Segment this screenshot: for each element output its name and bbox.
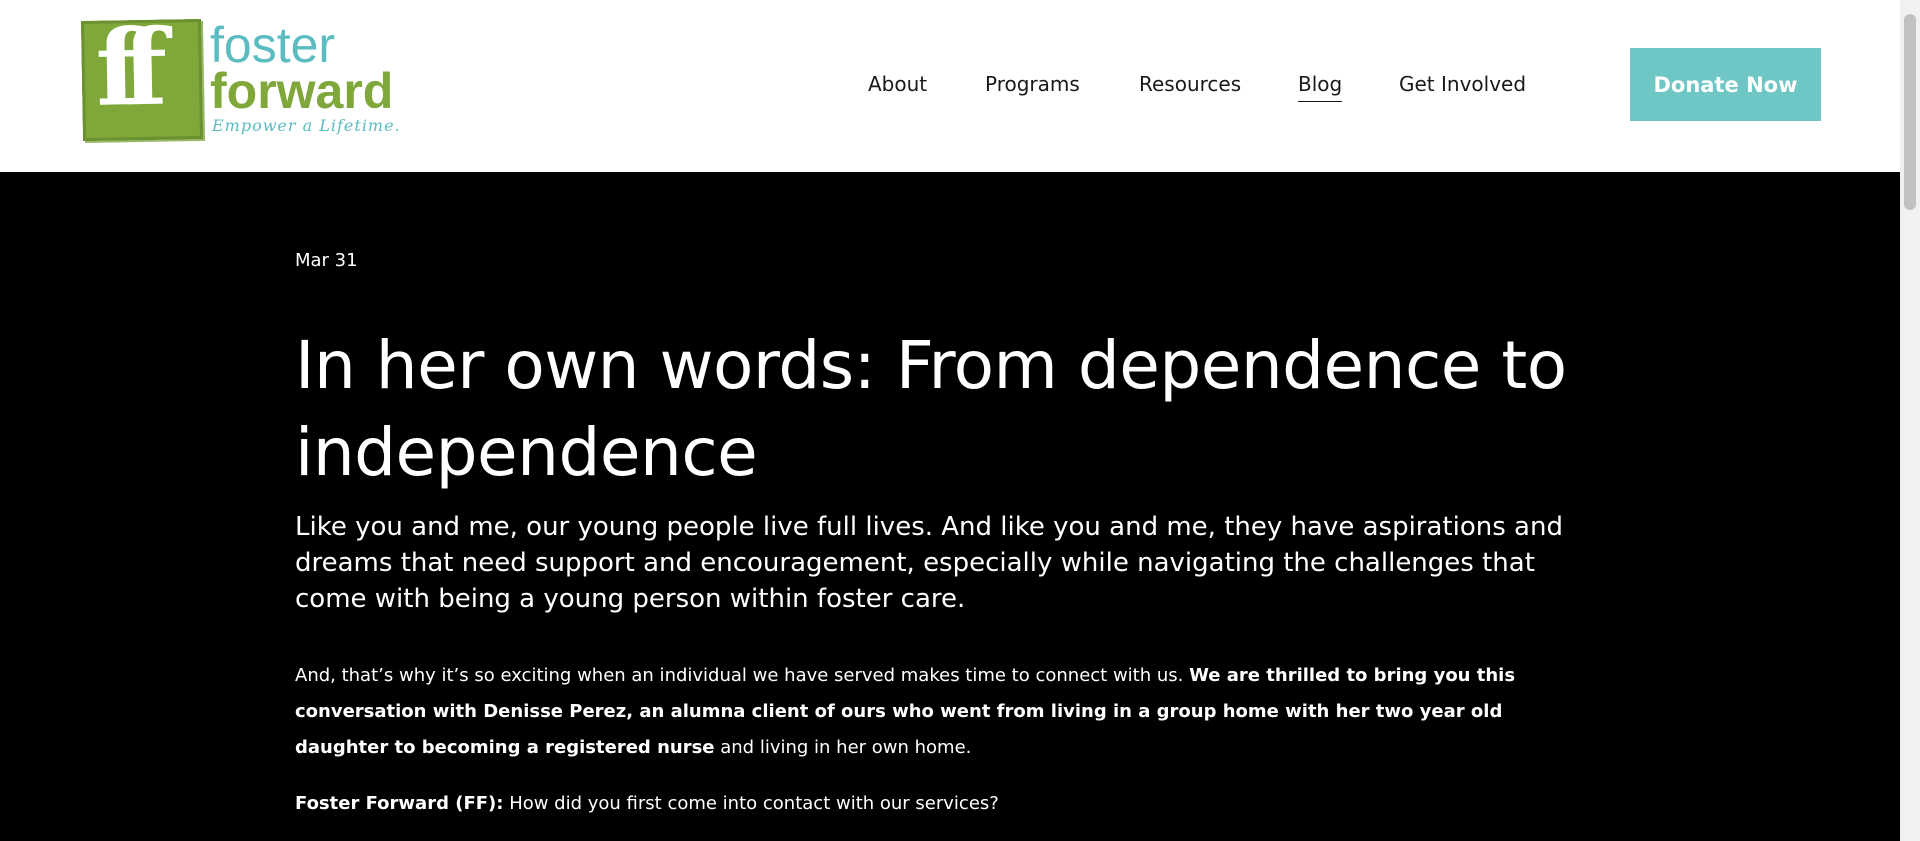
page-scrollbar[interactable]: [1900, 0, 1920, 841]
logo-mark: ff: [80, 6, 204, 142]
nav-programs[interactable]: Programs: [985, 72, 1080, 96]
site-header: ff foster forward Empower a Lifetime. Ab…: [0, 0, 1900, 172]
question-text: How did you first come into contact with…: [503, 793, 999, 814]
post-intro-paragraph: And, that’s why it’s so exciting when an…: [295, 658, 1595, 766]
foster-forward-logo[interactable]: ff foster forward Empower a Lifetime.: [80, 6, 402, 143]
scrollbar-thumb[interactable]: [1904, 14, 1916, 210]
intro-end-text: and living in her own home.: [714, 737, 972, 758]
question-speaker: Foster Forward (FF):: [295, 793, 504, 814]
intro-text: And, that’s why it’s so exciting when an…: [295, 665, 1190, 686]
logo-tagline: Empower a Lifetime.: [212, 116, 401, 135]
post-main: Mar 31 In her own words: From dependence…: [0, 172, 1900, 841]
logo-mark-text: ff: [94, 5, 151, 130]
post-title: In her own words: From dependence to ind…: [295, 327, 1567, 491]
nav-get-involved[interactable]: Get Involved: [1399, 72, 1526, 96]
logo-word-foster: foster: [210, 17, 336, 73]
post-lede: Like you and me, our young people live f…: [295, 512, 1563, 614]
logo-word-forward: forward: [210, 63, 394, 119]
donate-now-button[interactable]: Donate Now: [1630, 48, 1821, 121]
nav-resources[interactable]: Resources: [1139, 72, 1241, 96]
post-date: Mar 31: [295, 250, 358, 271]
question-1: Foster Forward (FF): How did you first c…: [295, 786, 1595, 822]
nav-about[interactable]: About: [868, 72, 927, 96]
nav-blog[interactable]: Blog: [1298, 72, 1343, 102]
